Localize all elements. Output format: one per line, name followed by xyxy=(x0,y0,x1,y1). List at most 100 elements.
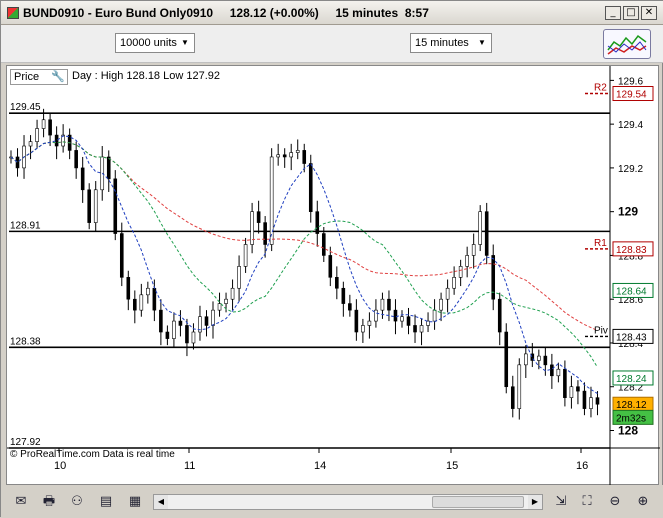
candle-body xyxy=(348,303,352,311)
candle-body xyxy=(380,298,385,311)
candle-body xyxy=(256,211,261,223)
scrollbar-thumb[interactable] xyxy=(432,496,524,508)
y-tick-label: 128 xyxy=(618,423,638,437)
candle-body xyxy=(191,331,196,344)
candle-body xyxy=(113,178,118,234)
chevron-down-icon[interactable]: ▼ xyxy=(178,36,192,50)
candle-body xyxy=(335,277,339,289)
candle-body xyxy=(458,266,463,278)
zoom-in-icon[interactable]: ⊕ xyxy=(633,493,653,511)
chart-window: BUND0910 - Euro Bund Only0910 128.12 (+0… xyxy=(0,0,663,518)
units-select[interactable]: 10000 units ▼ xyxy=(115,33,195,53)
candle-body xyxy=(41,119,46,129)
candle-body xyxy=(393,309,398,322)
instrument-name: BUND0910 - Euro Bund Only0910 xyxy=(23,6,214,20)
x-tick-label: 10 xyxy=(54,460,66,472)
candle-body xyxy=(328,255,333,278)
candle-body xyxy=(354,309,359,333)
zoom-fit-icon[interactable]: ⛶ xyxy=(577,493,597,511)
candle-body xyxy=(484,211,489,256)
candle-body xyxy=(406,316,411,326)
candle-body xyxy=(119,233,124,278)
candle-body xyxy=(543,355,548,366)
print-icon[interactable]: 🖶 xyxy=(39,493,59,511)
cursor-icon[interactable]: ⇲ xyxy=(551,493,571,511)
minimize-button[interactable]: _ xyxy=(605,6,621,20)
candle-body xyxy=(302,150,307,164)
binoculars-icon[interactable]: ⚇ xyxy=(67,493,87,511)
candle-body xyxy=(419,325,424,333)
candle-body xyxy=(80,167,85,191)
candle-body xyxy=(211,309,215,326)
candle-body xyxy=(517,364,522,409)
level-label: 129.45 xyxy=(10,102,41,113)
chart-canvas[interactable]: 129.6129.4129.2129128.8128.6128.4128.212… xyxy=(7,66,660,486)
candle-body xyxy=(48,119,52,136)
spreadsheet-icon[interactable]: ▦ xyxy=(125,493,145,511)
candle-body xyxy=(282,154,287,158)
candle-body xyxy=(595,397,600,405)
table-icon[interactable]: ▤ xyxy=(96,493,116,511)
candle-body xyxy=(432,309,437,322)
scroll-right-icon[interactable]: ▶ xyxy=(528,495,542,509)
candle-body xyxy=(400,316,404,322)
wrench-icon[interactable]: 🔧 xyxy=(51,70,65,84)
candle-body xyxy=(152,287,157,311)
units-select-value: 10000 units xyxy=(120,37,177,49)
level-label: 127.92 xyxy=(10,437,41,448)
candle-body xyxy=(361,325,365,333)
candle-body xyxy=(308,163,313,212)
candle-body xyxy=(35,128,39,142)
candle-body xyxy=(563,368,567,398)
candle-body xyxy=(54,134,59,147)
close-button[interactable]: ✕ xyxy=(641,6,657,20)
candle-body xyxy=(106,156,111,180)
current-price: 128.12 (+0.00%) xyxy=(229,6,319,20)
candle-body xyxy=(576,386,580,392)
candle-body xyxy=(497,298,502,333)
candle-body xyxy=(159,309,163,333)
axis-value-tag-text: 2m32s xyxy=(616,413,646,424)
y-tick-label: 129.4 xyxy=(618,120,643,131)
candle-body xyxy=(471,244,476,256)
zoom-out-icon[interactable]: ⊖ xyxy=(605,493,625,511)
candle-body xyxy=(237,266,241,289)
horizontal-scrollbar[interactable]: ◀ ▶ xyxy=(153,494,543,510)
axis-value-tag-text: 128.24 xyxy=(616,374,647,385)
candle-body xyxy=(139,294,144,311)
candle-body xyxy=(146,287,150,296)
bottom-toolbar: ✉ 🖶 ⚇ ▤ ▦ ◀ ▶ ⇲ ⛶ ⊖ ⊕ xyxy=(1,485,663,518)
maximize-button[interactable]: □ xyxy=(623,6,639,20)
candle-body xyxy=(243,244,248,267)
candle-body xyxy=(126,277,131,300)
day-range-info: Day : High 128.18 Low 127.92 xyxy=(72,70,220,82)
axis-value-tag-text: 128.64 xyxy=(616,286,647,297)
candle-body xyxy=(74,150,78,169)
indicators-button[interactable] xyxy=(603,29,651,59)
level-label: 128.91 xyxy=(10,220,41,231)
candle-body xyxy=(217,303,222,311)
pivot-tag-value: 128.43 xyxy=(616,332,647,343)
price-chart[interactable]: 129.6 129.4 129.2 129 128.8 128.6 128.4 128.2 12… xyxy=(6,65,660,486)
y-tick-label: 129.2 xyxy=(618,164,643,175)
candle-body xyxy=(178,320,183,326)
price-tab-label: Price xyxy=(14,71,40,83)
scroll-left-icon[interactable]: ◀ xyxy=(154,495,168,509)
interval-select[interactable]: 15 minutes ▼ xyxy=(410,33,492,53)
candle-body xyxy=(426,320,430,326)
candle-body xyxy=(465,255,469,267)
current-time: 8:57 xyxy=(404,6,429,20)
axis-value-tag-text: 128.12 xyxy=(616,400,647,411)
chart-toolbar: 10000 units ▼ 15 minutes ▼ xyxy=(1,25,663,63)
mail-icon[interactable]: ✉ xyxy=(11,493,31,511)
level-label: 128.38 xyxy=(10,336,41,347)
candle-body xyxy=(321,233,326,256)
title-bar[interactable]: BUND0910 - Euro Bund Only0910 128.12 (+0… xyxy=(1,1,663,25)
candle-body xyxy=(165,331,170,339)
candle-body xyxy=(172,320,176,339)
y-tick-label: 129 xyxy=(618,205,638,219)
price-tab[interactable]: Price 🔧 xyxy=(10,69,68,85)
candle-body xyxy=(230,287,235,300)
chevron-down-icon[interactable]: ▼ xyxy=(475,36,489,50)
candle-body xyxy=(445,287,450,300)
